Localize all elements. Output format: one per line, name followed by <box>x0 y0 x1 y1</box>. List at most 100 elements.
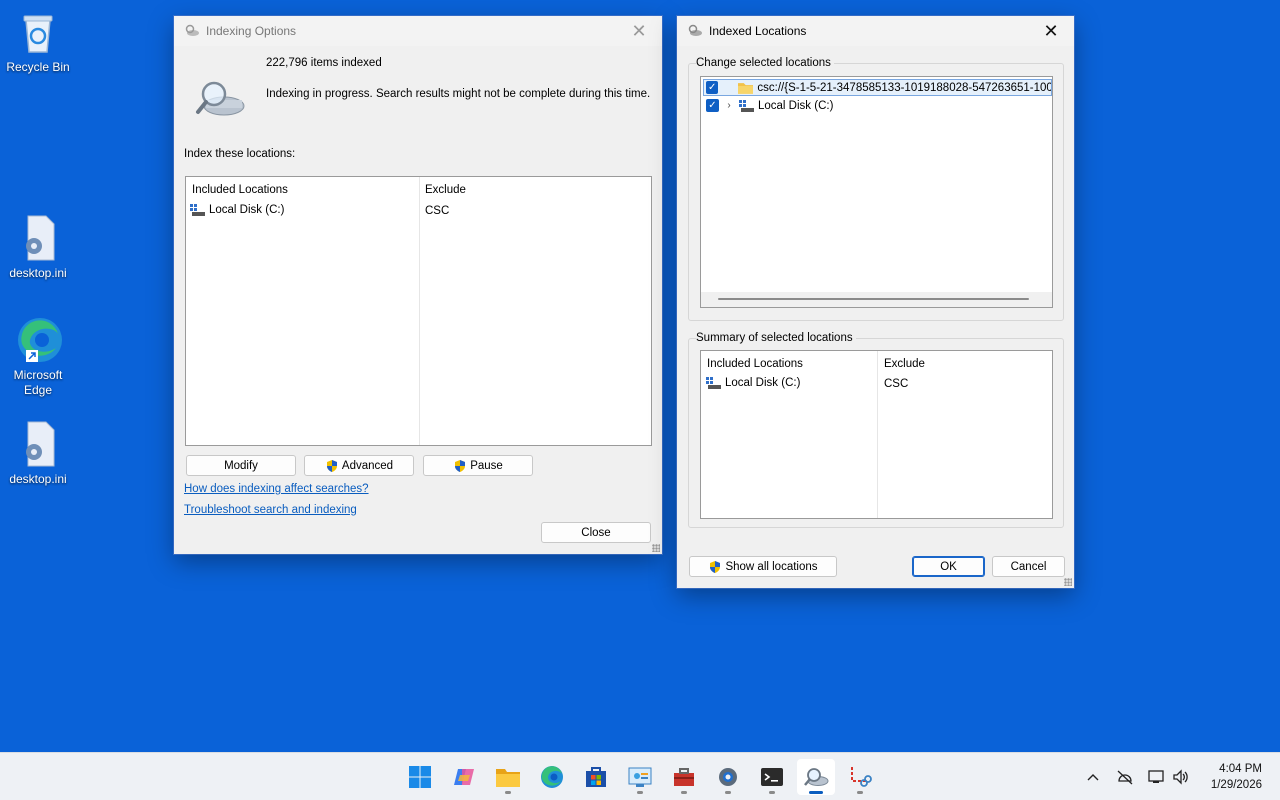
pause-button[interactable]: Pause <box>423 455 533 476</box>
location-name: Local Disk (C:) <box>209 204 285 216</box>
indexing-status: Indexing in progress. Search results mig… <box>266 88 651 100</box>
list-row[interactable]: Local Disk (C:) <box>706 377 800 389</box>
scrollbar-thumb[interactable] <box>718 298 1029 300</box>
exclude-value: CSC <box>884 378 909 390</box>
store-icon <box>586 767 606 787</box>
toolbox-icon <box>674 768 694 786</box>
settings-file-icon <box>14 214 62 262</box>
uac-shield-icon <box>455 459 466 472</box>
how-indexing-link[interactable]: How does indexing affect searches? <box>184 483 369 495</box>
desktop-icon-microsoft-edge[interactable]: Microsoft Edge <box>0 316 76 398</box>
cancel-button[interactable]: Cancel <box>992 556 1065 577</box>
pause-label: Pause <box>470 459 503 472</box>
close-icon[interactable]: ✕ <box>1028 16 1074 46</box>
resize-grip[interactable] <box>652 544 660 552</box>
modify-button[interactable]: Modify <box>186 455 296 476</box>
taskbar-copilot[interactable] <box>445 759 483 795</box>
exclude-value: CSC <box>425 205 450 217</box>
desktop-icon-desktop-ini[interactable]: desktop.ini <box>0 214 76 281</box>
indexing-options-icon <box>185 24 199 36</box>
taskbar-terminal[interactable] <box>753 759 791 795</box>
system-clock[interactable]: 4:04 PM 1/29/2026 <box>1211 761 1262 793</box>
edge-icon <box>541 766 563 788</box>
taskbar-edge[interactable] <box>533 759 571 795</box>
list-row[interactable]: Local Disk (C:) <box>190 204 284 216</box>
drive-icon <box>190 204 205 216</box>
taskbar-store[interactable] <box>577 759 615 795</box>
included-locations-list[interactable]: Included Locations Exclude Local Disk (C… <box>185 176 652 446</box>
title-bar[interactable]: Indexed Locations ✕ <box>677 16 1074 46</box>
taskbar-file-explorer[interactable] <box>489 759 527 795</box>
summary-list[interactable]: Included Locations Exclude Local Disk (C… <box>700 350 1053 519</box>
taskbar-snipping-tool[interactable] <box>841 759 879 795</box>
start-icon <box>409 766 431 788</box>
items-indexed-count: 222,796 items indexed <box>266 57 382 69</box>
desktop-icon-desktop-ini[interactable]: desktop.ini <box>0 420 76 487</box>
tree-item-local-disk[interactable]: ✓ › Local Disk (C:) <box>703 97 833 114</box>
indexed-locations-window: Indexed Locations ✕ Change selected loca… <box>677 16 1074 588</box>
indexing-magnifier-icon <box>196 81 245 116</box>
horizontal-scrollbar[interactable] <box>701 292 1052 307</box>
volume-icon[interactable] <box>1171 767 1191 787</box>
expand-chevron-icon[interactable]: › <box>723 100 735 111</box>
indexing-options-window: Indexing Options ✕ 222,796 items indexed… <box>174 16 662 554</box>
settings-file-icon <box>14 420 62 468</box>
column-header-exclude[interactable]: Exclude <box>425 184 466 196</box>
advanced-button[interactable]: Advanced <box>304 455 414 476</box>
start-button[interactable] <box>401 759 439 795</box>
show-all-locations-button[interactable]: Show all locations <box>689 556 837 577</box>
indexing-options-icon <box>804 768 829 786</box>
display-icon[interactable] <box>1146 767 1166 787</box>
advanced-label: Advanced <box>341 459 394 472</box>
clock-date: 1/29/2026 <box>1210 779 1262 791</box>
taskbar-toolbox[interactable] <box>665 759 703 795</box>
terminal-icon <box>761 768 783 786</box>
tree-item-csc[interactable]: ✓ csc://{S-1-5-21-3478585133-1019188028-… <box>703 79 1052 96</box>
close-icon[interactable]: ✕ <box>616 16 662 46</box>
modify-label: Modify <box>224 459 258 472</box>
title-bar[interactable]: Indexing Options ✕ <box>174 16 662 46</box>
file-explorer-icon <box>496 769 520 787</box>
drive-icon <box>706 377 721 389</box>
recycle-bin-icon <box>14 8 62 56</box>
drive-icon <box>739 99 754 112</box>
checkbox-csc[interactable]: ✓ <box>706 81 719 94</box>
snipping-tool-icon <box>851 767 872 787</box>
tree-item-label: csc://{S-1-5-21-3478585133-1019188028-54… <box>757 81 1051 94</box>
network-disconnected-icon[interactable] <box>1115 767 1135 787</box>
desktop-icon-label: desktop.ini <box>9 266 67 280</box>
show-all-label: Show all locations <box>725 560 818 573</box>
index-locations-label: Index these locations: <box>184 148 296 160</box>
close-button[interactable]: Close <box>541 522 651 543</box>
desktop-icon-label: Recycle Bin <box>6 60 70 74</box>
taskbar-control-panel[interactable] <box>621 759 659 795</box>
summary-label: Summary of selected locations <box>696 332 856 344</box>
troubleshoot-link[interactable]: Troubleshoot search and indexing <box>184 504 357 516</box>
copilot-icon <box>454 769 474 785</box>
locations-tree[interactable]: ✓ csc://{S-1-5-21-3478585133-1019188028-… <box>700 76 1053 308</box>
clock-time: 4:04 PM <box>1219 763 1262 775</box>
close-label: Close <box>581 526 611 539</box>
location-name: Local Disk (C:) <box>725 377 801 389</box>
column-header-exclude[interactable]: Exclude <box>884 358 925 370</box>
resize-grip[interactable] <box>1064 578 1072 586</box>
indexing-options-icon <box>688 24 702 36</box>
column-divider <box>877 351 878 518</box>
cancel-label: Cancel <box>1010 560 1047 573</box>
taskbar: 4:04 PM 1/29/2026 <box>0 752 1280 800</box>
column-divider <box>419 177 420 445</box>
desktop-icon-label: Microsoft Edge <box>13 368 63 397</box>
column-header-included[interactable]: Included Locations <box>707 358 803 370</box>
desktop-icon-recycle-bin[interactable]: Recycle Bin <box>0 8 76 75</box>
edge-icon <box>14 316 62 364</box>
checkbox-local-disk[interactable]: ✓ <box>706 99 719 112</box>
ok-label: OK <box>940 560 957 573</box>
settings-icon <box>719 768 737 786</box>
show-hidden-icons-chevron-icon[interactable] <box>1083 767 1103 787</box>
uac-shield-icon <box>710 560 721 573</box>
ok-button[interactable]: OK <box>912 556 985 577</box>
window-title: Indexing Options <box>206 24 297 38</box>
taskbar-settings[interactable] <box>709 759 747 795</box>
column-header-included[interactable]: Included Locations <box>192 184 288 196</box>
taskbar-indexing-options[interactable] <box>797 759 835 795</box>
